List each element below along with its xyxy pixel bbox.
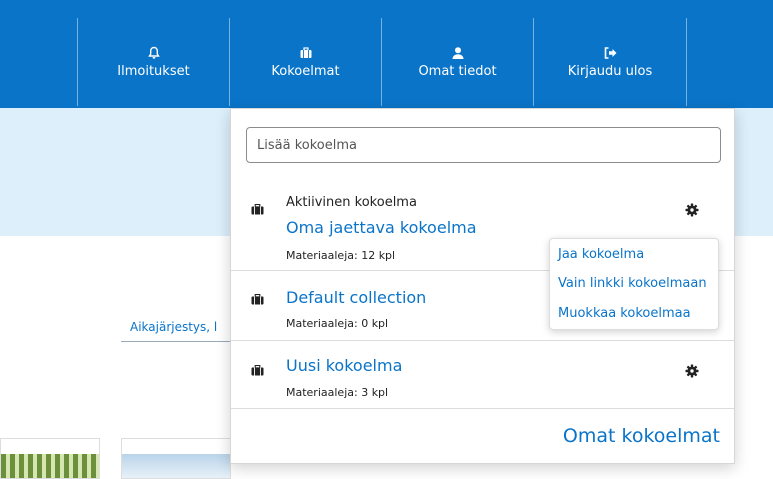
top-navigation-bar: Ilmoitukset Kokoelmat Omat tiedot Kirjau…: [0, 0, 773, 108]
card-thumbnail: [1, 454, 99, 478]
menu-item-link-only[interactable]: Vain linkki kokoelmaan: [558, 276, 707, 291]
briefcase-icon: [300, 47, 311, 58]
menu-item-share-collection[interactable]: Jaa kokoelma: [558, 247, 644, 262]
collection-row[interactable]: Uusi kokoelma Materiaaleja: 3 kpl: [231, 341, 734, 409]
briefcase-icon: [251, 204, 264, 215]
bell-icon: [147, 46, 160, 59]
collection-count: Materiaaleja: 12 kpl: [286, 249, 396, 262]
menu-item-edit-collection[interactable]: Muokkaa kokoelmaa: [558, 306, 691, 321]
nav-item-label: Omat tiedot: [418, 64, 497, 79]
nav-item-notifications[interactable]: Ilmoitukset: [78, 38, 229, 94]
nav-item-label: Kokoelmat: [271, 64, 340, 79]
nav-item-label: Kirjaudu ulos: [567, 64, 653, 79]
my-collections-link[interactable]: Omat kokoelmat: [563, 425, 720, 447]
material-card[interactable]: [121, 438, 231, 479]
briefcase-icon: [251, 294, 264, 305]
nav-item-collections[interactable]: Kokoelmat: [230, 38, 381, 94]
sign-out-icon: [604, 47, 617, 59]
material-card[interactable]: [0, 438, 100, 479]
add-collection-input[interactable]: [246, 127, 721, 163]
collection-actions-menu: Jaa kokoelma Vain linkki kokoelmaan Muok…: [549, 238, 719, 330]
sort-underline: [121, 341, 231, 342]
nav-separator: [686, 18, 687, 106]
nav-item-profile[interactable]: Omat tiedot: [382, 38, 533, 94]
nav-item-label: Ilmoitukset: [117, 64, 190, 79]
gear-icon[interactable]: [685, 364, 699, 378]
collection-title[interactable]: Oma jaettava kokoelma: [286, 218, 477, 237]
briefcase-icon: [251, 365, 264, 376]
gear-icon[interactable]: [685, 203, 699, 217]
collection-title[interactable]: Default collection: [286, 288, 426, 307]
nav-item-logout[interactable]: Kirjaudu ulos: [534, 38, 686, 94]
user-icon: [452, 47, 463, 59]
sort-link[interactable]: Aikajärjestys, l: [130, 320, 217, 334]
collection-count: Materiaaleja: 3 kpl: [286, 386, 389, 399]
collection-title[interactable]: Uusi kokoelma: [286, 356, 402, 375]
collection-count: Materiaaleja: 0 kpl: [286, 317, 389, 330]
active-collection-label: Aktiivinen kokoelma: [286, 195, 417, 210]
card-thumbnail: [122, 454, 230, 478]
